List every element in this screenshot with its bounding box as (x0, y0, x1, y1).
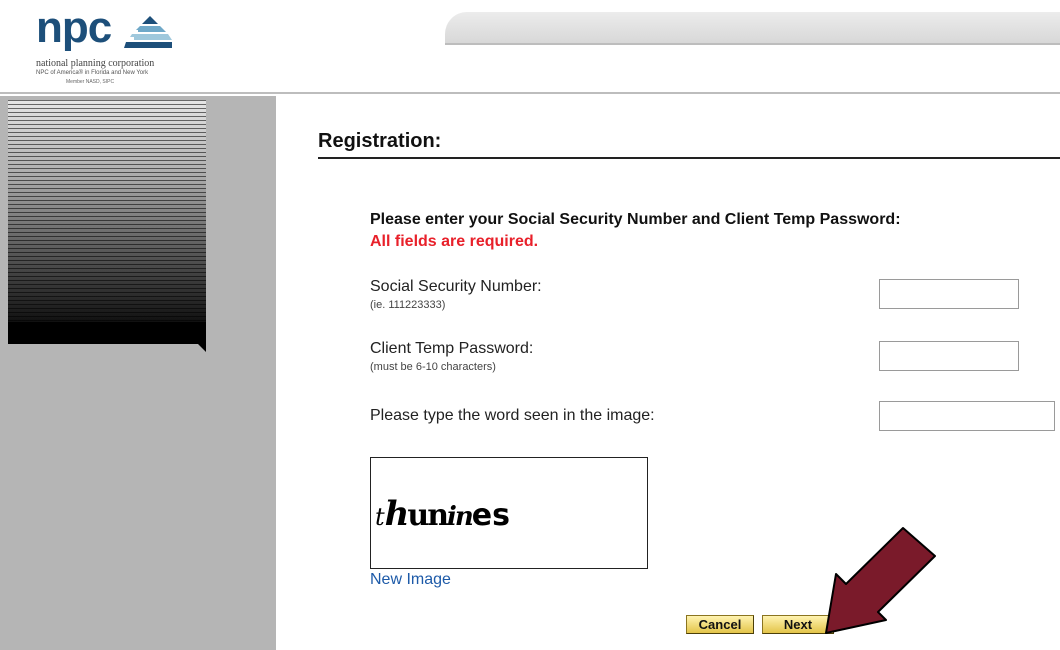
page-title: Registration: (318, 130, 442, 152)
next-button[interactable]: Next (762, 615, 834, 634)
title-divider (318, 157, 1060, 159)
temp-password-hint: (must be 6-10 characters) (370, 361, 496, 373)
logo-wordmark: npc (36, 3, 112, 52)
header: npc national planning corporation NPC of… (0, 0, 1060, 95)
captcha-label: Please type the word seen in the image: (370, 407, 655, 424)
sidebar-decorative-stripes (8, 100, 206, 322)
ssn-input[interactable] (879, 279, 1019, 309)
captcha-input[interactable] (879, 401, 1055, 431)
ssn-label: Social Security Number: (370, 278, 542, 295)
npc-logo[interactable]: npc national planning corporation NPC of… (36, 6, 196, 92)
logo-tagline: national planning corporation (36, 58, 155, 69)
captcha-word: thunines (375, 494, 510, 534)
header-tab-bar (445, 12, 1060, 45)
header-divider (0, 92, 1060, 94)
temp-password-label: Client Temp Password: (370, 340, 534, 357)
captcha-image: thunines (370, 457, 648, 569)
sidebar-notch (194, 340, 206, 352)
new-image-link[interactable]: New Image (370, 571, 451, 589)
pyramid-logo-icon (124, 16, 172, 48)
form-instruction: Please enter your Social Security Number… (370, 211, 901, 228)
cancel-button[interactable]: Cancel (686, 615, 754, 634)
required-note: All fields are required. (370, 233, 539, 250)
temp-password-input[interactable] (879, 341, 1019, 371)
logo-subtext: NPC of America® in Florida and New York (36, 70, 149, 76)
logo-member-text: Member NASD, SIPC (66, 79, 115, 85)
sidebar-black-bar (8, 322, 206, 344)
ssn-hint: (ie. 111223333) (370, 299, 446, 311)
